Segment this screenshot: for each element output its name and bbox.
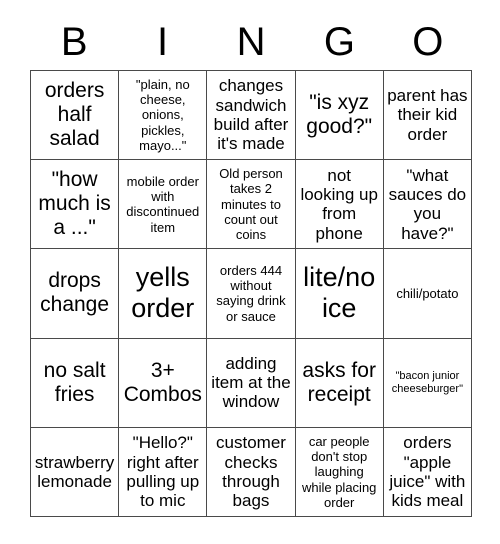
- bingo-cell-label: "plain, no cheese, onions, pickles, mayo…: [135, 76, 190, 154]
- bingo-cell-n2[interactable]: Old person takes 2 minutes to count out …: [207, 160, 296, 250]
- bingo-cell-g1[interactable]: "is xyz good?": [295, 71, 384, 161]
- bingo-cell-label: parent has their kid order: [387, 86, 468, 144]
- bingo-cell-b2[interactable]: "how much is a ...": [31, 160, 120, 250]
- bingo-grid: orders half salad "plain, no cheese, onio…: [30, 70, 472, 517]
- bingo-cell-label: asks for receipt: [302, 358, 376, 406]
- bingo-cell-label: changes sandwich build after it's made: [213, 76, 289, 154]
- bingo-cell-n3[interactable]: orders 444 without saying drink or sauce: [207, 249, 296, 339]
- bingo-cell-g3[interactable]: lite/no ice: [295, 249, 384, 339]
- bingo-cell-i4[interactable]: 3+ Combos: [119, 338, 208, 428]
- bingo-cell-i3[interactable]: yells order: [119, 249, 208, 339]
- bingo-cell-label: 3+ Combos: [123, 358, 202, 406]
- bingo-cell-n4[interactable]: adding item at the window: [207, 338, 296, 428]
- bingo-cell-label: drops change: [40, 269, 110, 317]
- bingo-cell-n1[interactable]: changes sandwich build after it's made: [207, 71, 296, 161]
- bingo-cell-g4[interactable]: asks for receipt: [295, 338, 384, 428]
- bingo-cell-label: "is xyz good?": [306, 90, 373, 139]
- bingo-cell-label: "Hello?" right after pulling up to mic: [126, 433, 200, 511]
- bingo-cell-label: "bacon junior cheeseburger": [391, 369, 463, 395]
- bingo-cell-i1[interactable]: "plain, no cheese, onions, pickles, mayo…: [119, 71, 208, 161]
- bingo-cell-label: yells order: [131, 262, 195, 324]
- bingo-cell-i2[interactable]: mobile order with discontinued item: [119, 160, 208, 250]
- bingo-cell-b4[interactable]: no salt fries: [31, 338, 120, 428]
- bingo-cell-label: not looking up from phone: [300, 165, 378, 243]
- bingo-cell-g2[interactable]: not looking up from phone: [295, 160, 384, 250]
- bingo-card: B I N G O orders half salad "plain, no ch…: [0, 0, 500, 544]
- bingo-cell-o4[interactable]: "bacon junior cheeseburger": [383, 338, 472, 428]
- bingo-cell-label: no salt fries: [43, 358, 106, 406]
- bingo-cell-label: orders 444 without saying drink or sauce: [216, 262, 286, 324]
- bingo-cell-label: strawberry lemonade: [34, 452, 115, 491]
- bingo-header-row: B I N G O: [30, 14, 472, 70]
- bingo-cell-label: customer checks through bags: [216, 433, 286, 511]
- bingo-cell-label: mobile order with discontinued item: [126, 173, 200, 235]
- bingo-cell-label: orders half salad: [44, 78, 105, 151]
- bingo-cell-label: chili/potato: [396, 285, 459, 301]
- bingo-cell-o5[interactable]: orders "apple juice" with kids meal: [383, 427, 472, 517]
- bingo-cell-b3[interactable]: drops change: [31, 249, 120, 339]
- bingo-cell-i5[interactable]: "Hello?" right after pulling up to mic: [119, 427, 208, 517]
- bingo-cell-label: "what sauces do you have?": [388, 165, 467, 243]
- bingo-cell-label: lite/no ice: [303, 262, 376, 324]
- bingo-cell-n5[interactable]: customer checks through bags: [207, 427, 296, 517]
- bingo-cell-g5[interactable]: car people don't stop laughing while pla…: [295, 427, 384, 517]
- bingo-cell-o3[interactable]: chili/potato: [383, 249, 472, 339]
- bingo-cell-label: Old person takes 2 minutes to count out …: [219, 165, 283, 243]
- bingo-cell-b1[interactable]: orders half salad: [31, 71, 120, 161]
- header-letter-n: N: [236, 20, 266, 64]
- bingo-cell-b5[interactable]: strawberry lemonade: [31, 427, 120, 517]
- bingo-cell-label: adding item at the window: [211, 353, 291, 412]
- bingo-cell-label: "how much is a ...": [38, 168, 111, 240]
- bingo-cell-label: orders "apple juice" with kids meal: [389, 433, 466, 511]
- header-letter-i: I: [157, 20, 169, 64]
- header-letter-g: G: [323, 20, 355, 64]
- header-letter-o: O: [412, 20, 444, 64]
- bingo-cell-label: car people don't stop laughing while pla…: [301, 433, 377, 510]
- header-letter-b: B: [60, 20, 88, 64]
- bingo-cell-o1[interactable]: parent has their kid order: [383, 71, 472, 161]
- bingo-cell-o2[interactable]: "what sauces do you have?": [383, 160, 472, 250]
